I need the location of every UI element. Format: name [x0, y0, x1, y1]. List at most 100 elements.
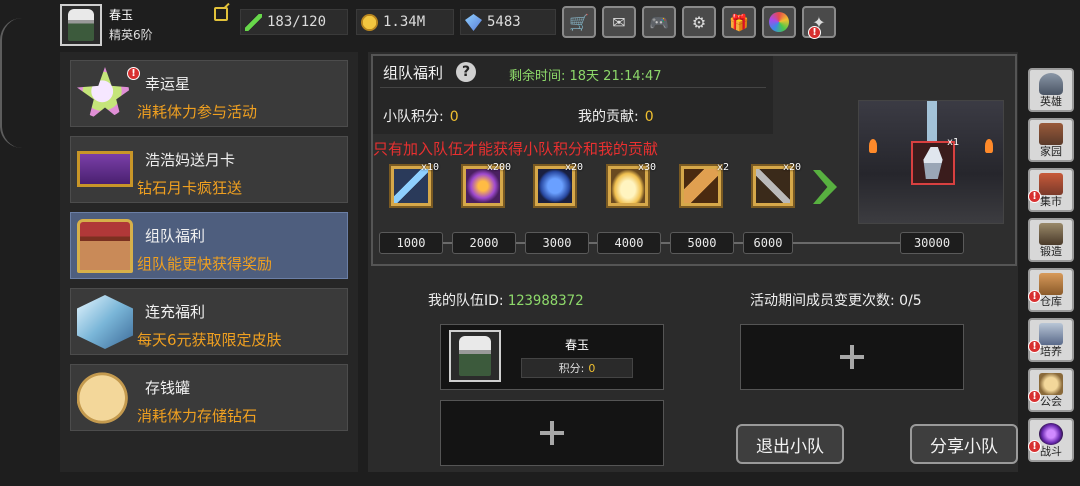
sidebar-label: 仓库 — [1040, 295, 1062, 308]
shop-button[interactable]: 🛒 — [562, 6, 596, 38]
reward-slot[interactable]: x2 — [679, 162, 729, 208]
member-changes: 活动期间成员变更次数: 0/5 — [750, 290, 922, 310]
menu-item-desc: 组队能更快获得奖励 — [137, 255, 273, 273]
sidebar-label: 公会 — [1040, 395, 1062, 408]
sidebar-item-warehouse[interactable]: ! 仓库 — [1028, 268, 1074, 312]
milestone-5000: 5000 — [670, 232, 734, 254]
event-alert-badge: ! — [808, 26, 821, 39]
menu-item-title: 浩浩妈送月卡 — [145, 151, 236, 169]
scroll-icon — [684, 169, 718, 203]
menu-item-desc: 每天6元获取限定皮肤 — [137, 331, 282, 349]
lucky-star-icon — [77, 67, 133, 121]
reward-slot[interactable]: x200 — [461, 162, 511, 208]
team-score: 小队积分: 0 — [383, 106, 459, 126]
reward-quantity: x30 — [637, 162, 656, 173]
grand-reward-scene: x1 — [858, 100, 1004, 224]
team-score-label: 小队积分: — [383, 109, 444, 125]
milestone-30000: 30000 — [900, 232, 964, 254]
reward-slot[interactable]: x10 — [389, 162, 439, 208]
milestone-2000: 2000 — [452, 232, 516, 254]
empty-member-slot[interactable] — [440, 400, 664, 466]
sidebar-item-home[interactable]: 家园 — [1028, 118, 1074, 162]
hero-skin-icon — [923, 147, 943, 179]
castle-icon — [1039, 123, 1063, 145]
coin-icon — [361, 14, 378, 31]
help-icon[interactable]: ? — [456, 62, 476, 82]
member-changes-label: 活动期间成员变更次数: — [750, 293, 895, 309]
treasure-chest-icon — [77, 219, 133, 273]
gift-icon: 🎁 — [729, 12, 749, 32]
fire-orb-icon — [466, 169, 500, 203]
gem-value: 5483 — [487, 14, 521, 30]
gamepad-button[interactable]: 🎮 — [642, 6, 676, 38]
milestone-4000: 4000 — [597, 232, 661, 254]
menu-item-recharge[interactable]: 连充福利 每天6元获取限定皮肤 — [70, 288, 348, 355]
member-avatar[interactable] — [449, 330, 501, 382]
leave-team-button[interactable]: 退出小队 — [736, 424, 844, 464]
join-team-warning: 只有加入队伍才能获得小队积分和我的贡献 — [373, 140, 659, 158]
sidebar-item-guild[interactable]: ! 公会 — [1028, 368, 1074, 412]
light-beam — [927, 101, 937, 141]
gem-counter[interactable]: 5483 — [460, 9, 556, 35]
hero-portrait-icon — [68, 9, 94, 41]
cultivate-icon — [1039, 323, 1063, 345]
coin-counter[interactable]: 1.34M — [356, 9, 454, 35]
menu-item-month-card[interactable]: 浩浩妈送月卡 钻石月卡疯狂送 — [70, 136, 348, 203]
energy-counter[interactable]: 183/120 — [240, 9, 348, 35]
lucky-wheel-icon — [769, 12, 789, 32]
menu-item-team-welfare[interactable]: 组队福利 组队能更快获得奖励 — [70, 212, 348, 279]
empty-member-slot[interactable] — [740, 324, 964, 390]
sidebar-item-market[interactable]: ! 集市 — [1028, 168, 1074, 212]
milestone-3000: 3000 — [525, 232, 589, 254]
blue-rune-icon — [538, 169, 572, 203]
share-team-button[interactable]: 分享小队 — [910, 424, 1018, 464]
mail-icon: ✉ — [612, 12, 626, 32]
sidebar-item-hero[interactable]: 英雄 — [1028, 68, 1074, 112]
lightning-icon — [394, 169, 428, 203]
edit-name-icon[interactable] — [214, 7, 228, 21]
guild-icon — [1039, 373, 1063, 395]
reward-quantity: x10 — [420, 162, 439, 173]
gift-button[interactable]: 🎁 — [722, 6, 756, 38]
lucky-star-badge: ! — [127, 67, 140, 80]
grand-reward-slot[interactable]: x1 — [911, 137, 959, 185]
menu-item-title: 存钱罐 — [145, 379, 191, 397]
settings-icon: ⚙ — [691, 12, 707, 32]
torch-icon — [985, 139, 993, 153]
member-score-value: 0 — [588, 361, 596, 375]
hero-portrait-icon — [459, 336, 491, 376]
menu-item-title: 组队福利 — [145, 227, 206, 245]
sidebar-item-forge[interactable]: 锻造 — [1028, 218, 1074, 262]
reward-slot[interactable]: x20 — [533, 162, 583, 208]
piggy-bank-icon — [77, 371, 133, 425]
menu-item-lucky-star[interactable]: ! 幸运星 消耗体力参与活动 — [70, 60, 348, 127]
market-icon — [1039, 173, 1063, 195]
player-name: 春玉 — [109, 8, 134, 22]
menu-item-piggy-bank[interactable]: 存钱罐 消耗体力存储钻石 — [70, 364, 348, 431]
activity-menu: ! 幸运星 消耗体力参与活动 浩浩妈送月卡 钻石月卡疯狂送 组队福利 组队能更快… — [60, 52, 358, 472]
game-screen: 春玉 精英6阶 183/120 1.34M 5483 🛒 ✉ 🎮 ⚙ 🎁 ✦ !… — [0, 0, 1080, 486]
event-button[interactable]: ✦ ! — [802, 6, 836, 39]
player-avatar[interactable] — [60, 4, 102, 46]
player-rank: 精英6阶 — [109, 28, 153, 42]
settings-button[interactable]: ⚙ — [682, 6, 716, 38]
add-member-icon — [540, 421, 564, 445]
team-id: 我的队伍ID: 123988372 — [428, 290, 584, 310]
team-id-value: 123988372 — [507, 293, 584, 309]
reward-slot[interactable]: x20 — [751, 162, 801, 208]
menu-item-desc: 消耗体力参与活动 — [137, 103, 258, 121]
reward-quantity: x20 — [564, 162, 583, 173]
team-id-label: 我的队伍ID: — [428, 293, 504, 309]
sidebar-label: 家园 — [1040, 145, 1062, 158]
warehouse-icon — [1039, 273, 1063, 295]
sidebar-item-cultivate[interactable]: ! 培养 — [1028, 318, 1074, 362]
mail-button[interactable]: ✉ — [602, 6, 636, 38]
reward-slot[interactable]: x30 — [606, 162, 656, 208]
anvil-icon — [1039, 223, 1063, 245]
lucky-wheel-button[interactable] — [762, 6, 796, 38]
torch-icon — [869, 139, 877, 153]
menu-item-title: 连充福利 — [145, 303, 206, 321]
sidebar-label: 培养 — [1040, 345, 1062, 358]
sidebar-item-battle[interactable]: ! 战斗 — [1028, 418, 1074, 462]
battle-portal-icon — [1039, 423, 1063, 445]
